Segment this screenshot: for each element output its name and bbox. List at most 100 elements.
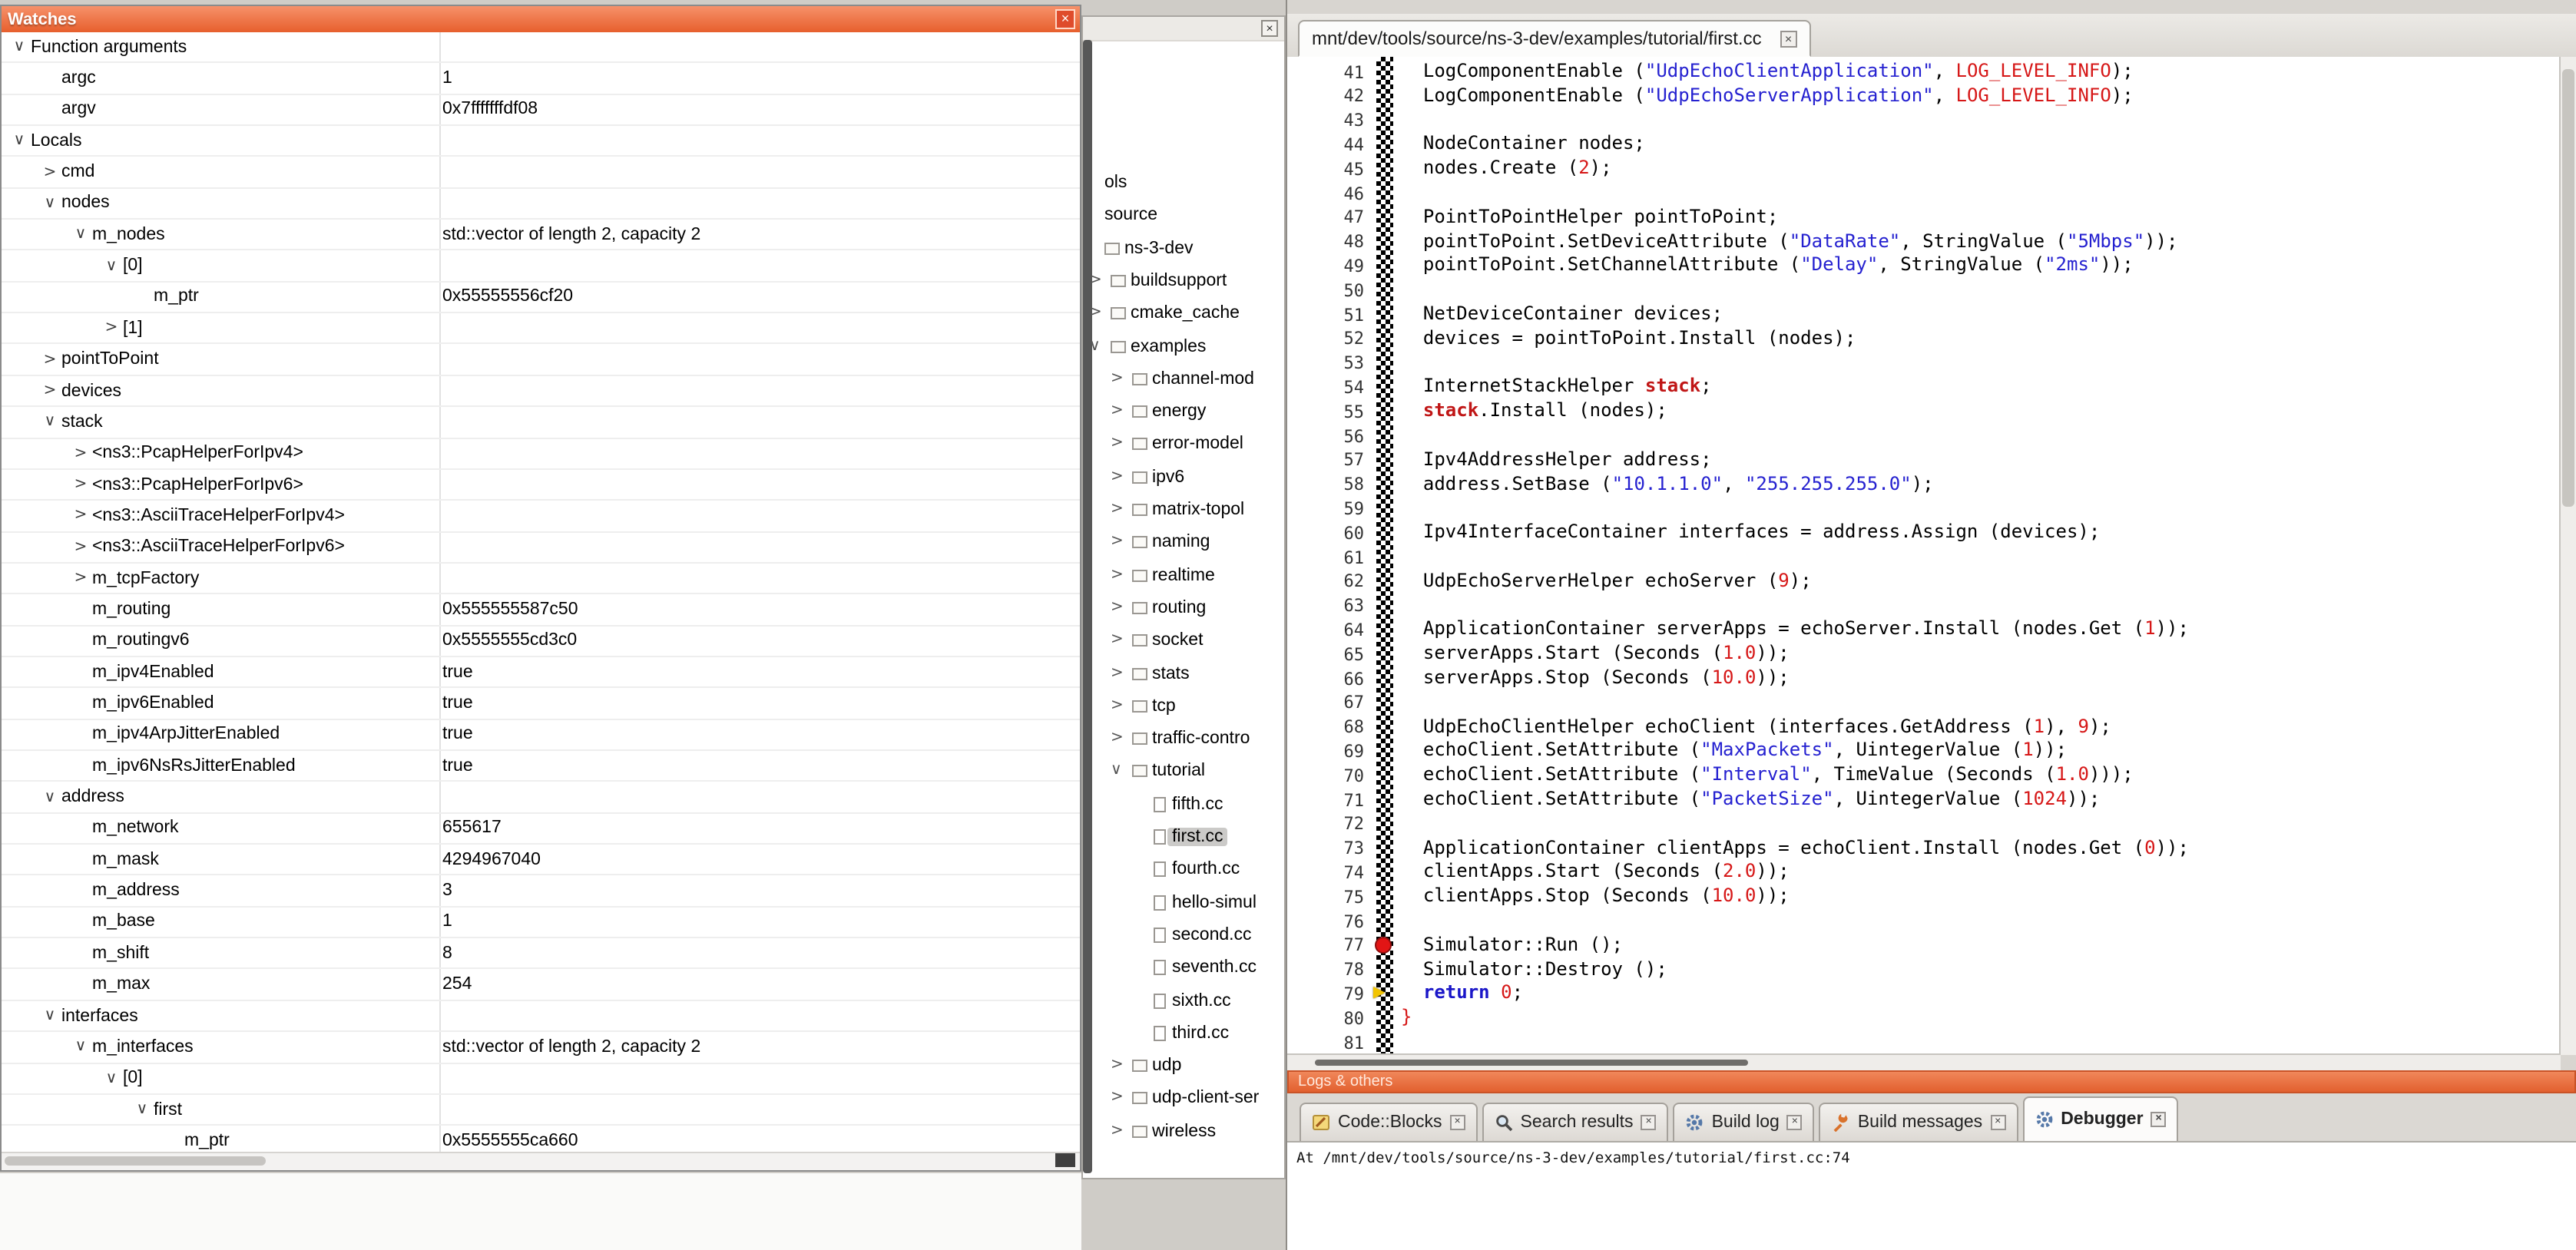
projects-vertical-scrollbar[interactable] (1083, 40, 1092, 1173)
watch-row[interactable]: m_routing0x555555587c50 (2, 595, 1080, 627)
project-tree-item[interactable]: hello-simul (1092, 887, 1284, 920)
watches-titlebar[interactable]: Watches × (2, 6, 1080, 32)
watch-row[interactable]: ∨[0] (2, 1063, 1080, 1095)
watch-row[interactable]: argc1 (2, 64, 1080, 95)
project-tree-item[interactable]: fourth.cc (1092, 855, 1284, 888)
watch-row[interactable]: ∨Function arguments (2, 32, 1080, 64)
logs-tab-search-results[interactable]: Search results× (1482, 1103, 1669, 1141)
project-tree-item[interactable]: fifth.cc (1092, 789, 1284, 822)
watch-row[interactable]: ∨address (2, 782, 1080, 814)
watch-row[interactable]: ><ns3::AsciiTraceHelperForIpv4> (2, 501, 1080, 533)
watch-row[interactable]: ∨m_interfacesstd::vector of length 2, ca… (2, 1032, 1080, 1063)
chevron-down-icon[interactable]: ∨ (38, 1007, 61, 1024)
chevron-right-icon[interactable]: > (100, 320, 123, 337)
watch-row[interactable]: m_mask4294967040 (2, 845, 1080, 876)
chevron-right-icon[interactable]: > (38, 382, 61, 399)
watch-row[interactable]: >pointToPoint (2, 345, 1080, 376)
watch-row[interactable]: m_shift8 (2, 938, 1080, 970)
project-tree-item[interactable]: ∨examples (1092, 331, 1284, 364)
projects-tree[interactable]: olssourcens-3-dev>buildsupport>cmake_cac… (1092, 167, 1284, 1178)
project-tree-item[interactable]: >energy (1092, 396, 1284, 429)
watch-row[interactable]: m_max254 (2, 970, 1080, 1001)
chevron-right-icon[interactable]: > (69, 508, 92, 524)
chevron-down-icon[interactable]: ∨ (1092, 337, 1101, 354)
project-tree-item[interactable]: >traffic-contro (1092, 723, 1284, 756)
project-tree-item[interactable]: >error-model (1092, 429, 1284, 462)
project-tree-item[interactable]: >routing (1092, 593, 1284, 626)
chevron-right-icon[interactable]: > (38, 351, 61, 368)
watch-row[interactable]: >cmd (2, 157, 1080, 189)
watch-row[interactable]: ∨[0] (2, 251, 1080, 283)
chevron-down-icon[interactable]: ∨ (100, 1070, 123, 1086)
project-tree-item[interactable]: >tcp (1092, 691, 1284, 724)
logs-panel-header[interactable]: Logs & others (1287, 1070, 2576, 1093)
project-tree-item[interactable]: >wireless (1092, 1116, 1284, 1149)
watch-row[interactable]: >m_tcpFactory (2, 564, 1080, 595)
project-tree-item[interactable]: sixth.cc (1092, 985, 1284, 1018)
chevron-down-icon[interactable]: ∨ (38, 789, 61, 805)
project-tree-item[interactable]: ∨tutorial (1092, 756, 1284, 789)
project-tree-item[interactable]: ns-3-dev (1092, 233, 1284, 266)
logs-tab-build-log[interactable]: Build log× (1674, 1103, 1815, 1141)
logs-tab-code-blocks[interactable]: Code::Blocks× (1300, 1103, 1478, 1141)
project-tree-item[interactable]: source (1092, 200, 1284, 233)
editor-vertical-scrollbar[interactable] (2559, 57, 2576, 1055)
breakpoint-icon[interactable] (1375, 937, 1392, 954)
chevron-right-icon[interactable]: > (1111, 402, 1124, 419)
close-icon[interactable]: × (1990, 1115, 2005, 1130)
chevron-right-icon[interactable]: > (69, 570, 92, 587)
chevron-down-icon[interactable]: ∨ (8, 132, 31, 149)
chevron-down-icon[interactable]: ∨ (8, 38, 31, 55)
scrollbar-thumb[interactable] (2562, 69, 2574, 507)
chevron-right-icon[interactable]: > (1111, 697, 1124, 714)
watch-row[interactable]: m_network655617 (2, 814, 1080, 845)
watch-row[interactable]: m_ipv6NsRsJitterEnabledtrue (2, 751, 1080, 782)
project-tree-item[interactable]: >stats (1092, 658, 1284, 691)
watch-row[interactable]: m_ipv4ArpJitterEnabledtrue (2, 719, 1080, 751)
code-area[interactable]: 4142434445464748495051525354555657585960… (1287, 57, 2561, 1055)
watch-row[interactable]: ∨m_nodesstd::vector of length 2, capacit… (2, 220, 1080, 251)
chevron-right-icon[interactable]: > (1111, 1090, 1124, 1106)
watch-row[interactable]: m_base1 (2, 908, 1080, 939)
logs-tab-debugger[interactable]: Debugger× (2022, 1096, 2178, 1141)
project-tree-item[interactable]: second.cc (1092, 920, 1284, 953)
chevron-right-icon[interactable]: > (1111, 468, 1124, 484)
chevron-right-icon[interactable]: > (1111, 599, 1124, 616)
project-tree-item[interactable]: >udp (1092, 1050, 1284, 1083)
project-tree-item[interactable]: first.cc (1092, 822, 1284, 855)
watch-row[interactable]: ∨first (2, 1095, 1080, 1126)
chevron-down-icon[interactable]: ∨ (69, 1039, 92, 1056)
chevron-right-icon[interactable]: > (1111, 729, 1124, 746)
project-tree-item[interactable]: >matrix-topol (1092, 494, 1284, 527)
chevron-down-icon[interactable]: ∨ (100, 257, 123, 274)
editor-horizontal-scrollbar[interactable] (1287, 1053, 2561, 1070)
watch-row[interactable]: ∨interfaces (2, 1001, 1080, 1033)
chevron-right-icon[interactable]: > (1111, 501, 1124, 518)
close-icon[interactable]: × (1450, 1115, 1465, 1130)
chevron-right-icon[interactable]: > (1111, 566, 1124, 583)
watch-row[interactable]: argv0x7fffffffdf08 (2, 94, 1080, 126)
chevron-down-icon[interactable]: ∨ (38, 414, 61, 431)
watch-row[interactable]: ><ns3::PcapHelperForIpv6> (2, 470, 1080, 501)
project-tree-item[interactable]: third.cc (1092, 1018, 1284, 1051)
project-tree-item[interactable]: >buildsupport (1092, 266, 1284, 299)
logs-tab-build-messages[interactable]: Build messages× (1819, 1103, 2018, 1141)
watch-row[interactable]: >devices (2, 376, 1080, 408)
editor-tab[interactable]: mnt/dev/tools/source/ns-3-dev/examples/t… (1298, 20, 1811, 57)
watch-row[interactable]: m_routingv60x5555555cd3c0 (2, 626, 1080, 657)
chevron-right-icon[interactable]: > (1111, 631, 1124, 648)
chevron-down-icon[interactable]: ∨ (69, 227, 92, 243)
chevron-down-icon[interactable]: ∨ (131, 1101, 154, 1118)
watch-row[interactable]: m_ipv4Enabledtrue (2, 657, 1080, 689)
project-tree-item[interactable]: >socket (1092, 625, 1284, 658)
close-icon[interactable]: × (1787, 1115, 1803, 1130)
close-icon[interactable]: × (1261, 20, 1278, 37)
close-icon[interactable]: × (1641, 1115, 1657, 1130)
project-tree-item[interactable]: >ipv6 (1092, 461, 1284, 494)
chevron-right-icon[interactable]: > (1111, 1057, 1124, 1073)
chevron-right-icon[interactable]: > (69, 539, 92, 556)
chevron-right-icon[interactable]: > (69, 476, 92, 493)
chevron-down-icon[interactable]: ∨ (38, 195, 61, 212)
chevron-right-icon[interactable]: > (1111, 370, 1124, 387)
project-tree-item[interactable]: seventh.cc (1092, 952, 1284, 985)
